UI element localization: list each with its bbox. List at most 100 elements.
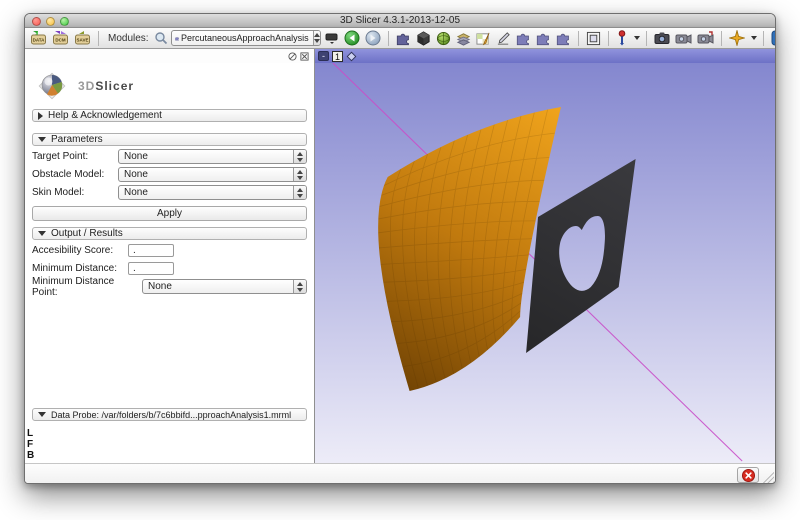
fiducial-place-button[interactable] <box>615 29 629 47</box>
scene-view-capture-button[interactable] <box>674 29 693 47</box>
window-title: 3D Slicer 4.3.1-2013-12-05 <box>340 15 460 26</box>
brand-slicer: Slicer <box>95 79 134 93</box>
data-probe-orientation: L F B <box>27 428 34 461</box>
module-shortcut-2-button[interactable] <box>515 29 532 47</box>
panel-undock-icon[interactable] <box>288 52 297 61</box>
target-point-row: Target Point: None <box>32 149 307 164</box>
load-data-button[interactable]: DATA <box>29 29 48 47</box>
expanded-arrow-icon <box>38 412 46 417</box>
editor-grid-icon <box>476 31 491 46</box>
threed-view-controller-bar: - 1 <box>315 49 775 63</box>
parameters-section-label: Parameters <box>51 134 103 145</box>
orientation-b: B <box>27 450 34 461</box>
module-shortcut-4-button[interactable] <box>555 29 572 47</box>
import-dicom-button[interactable]: DCM <box>51 29 70 47</box>
accessibility-score-label: Accesibility Score: <box>32 245 128 256</box>
error-log-button[interactable] <box>737 467 759 483</box>
module-selector-value: PercutaneousApproachAnalysis <box>179 33 313 43</box>
toolbar-separator <box>578 31 579 46</box>
close-window-button[interactable] <box>32 17 41 26</box>
stepper[interactable] <box>293 186 306 199</box>
save-button[interactable]: SAVE <box>73 29 92 47</box>
module-selector-stepper[interactable] <box>313 31 320 45</box>
module-history-back-button[interactable] <box>343 29 361 47</box>
module-selector-combobox[interactable]: PercutaneousApproachAnalysis <box>171 30 321 46</box>
statusbar <box>25 463 775 484</box>
toolbar-separator <box>763 31 764 46</box>
panel-close-icon[interactable] <box>300 52 309 61</box>
brand-3d: 3D <box>78 79 95 93</box>
scene-view-camera-icon <box>675 31 692 45</box>
module-search-icon[interactable] <box>154 31 168 45</box>
puzzle-icon <box>556 31 571 46</box>
extension-manager-icon <box>771 30 776 46</box>
modules-menu-button[interactable] <box>324 29 340 47</box>
orientation-f: F <box>27 439 34 450</box>
threed-view: - 1 <box>315 49 775 463</box>
models-button[interactable] <box>435 29 452 47</box>
svg-text:DCM: DCM <box>55 38 65 43</box>
svg-text:SAVE: SAVE <box>77 38 89 43</box>
stepper[interactable] <box>293 168 306 181</box>
help-section-header[interactable]: Help & Acknowledgement <box>32 109 307 122</box>
threed-scene <box>315 63 775 463</box>
module-shortcut-puzzle-button[interactable] <box>395 29 412 47</box>
load-data-icon: DATA <box>30 30 47 46</box>
module-panel-header <box>25 49 314 63</box>
editor-button[interactable] <box>475 29 492 47</box>
output-section-header[interactable]: Output / Results <box>32 227 307 240</box>
layout-select-button[interactable] <box>585 29 602 47</box>
fiducial-dropdown-icon[interactable] <box>634 36 640 40</box>
crosshair-dropdown-icon[interactable] <box>751 36 757 40</box>
target-point-label: Target Point: <box>32 151 118 162</box>
sphere-icon <box>436 31 451 46</box>
crosshair-star-icon <box>729 30 745 46</box>
minimum-distance-point-combobox[interactable]: None <box>142 279 307 294</box>
scene-view-restore-icon <box>697 31 714 45</box>
obstacle-model-value: None <box>122 169 293 180</box>
target-point-value: None <box>122 151 293 162</box>
back-arrow-icon <box>344 30 360 46</box>
target-point-combobox[interactable]: None <box>118 149 307 164</box>
app-window: 3D Slicer 4.3.1-2013-12-05 DATA DCM SAVE <box>24 13 776 484</box>
screenshot-button[interactable] <box>653 29 671 47</box>
stepper[interactable] <box>293 280 306 293</box>
expanded-arrow-icon <box>38 231 46 236</box>
minimum-distance-input[interactable] <box>128 262 174 275</box>
puzzle-icon <box>536 31 551 46</box>
accessibility-score-input[interactable] <box>128 244 174 257</box>
skin-model-combobox[interactable]: None <box>118 185 307 200</box>
obstacle-model-row: Obstacle Model: None <box>32 167 307 182</box>
view-minimize-button[interactable]: - <box>318 51 329 61</box>
fiducial-pin-icon <box>616 30 628 46</box>
sample-data-button[interactable] <box>415 29 432 47</box>
threed-canvas[interactable] <box>315 63 775 463</box>
puzzle-icon <box>396 31 411 46</box>
annotations-button[interactable] <box>495 29 512 47</box>
skin-model-row: Skin Model: None <box>32 185 307 200</box>
resize-grip[interactable] <box>762 472 774 484</box>
module-history-forward-button[interactable] <box>364 29 382 47</box>
minimum-distance-row: Minimum Distance: <box>32 261 307 276</box>
scene-view-restore-button[interactable] <box>696 29 715 47</box>
module-shortcut-3-button[interactable] <box>535 29 552 47</box>
modules-menu-icon <box>325 32 339 44</box>
skin-model-value: None <box>122 187 293 198</box>
extension-manager-button[interactable] <box>770 29 776 47</box>
stepper[interactable] <box>293 150 306 163</box>
data-probe-section-header[interactable]: Data Probe: /var/folders/b/7c6bbifd...pp… <box>32 408 307 421</box>
apply-button[interactable]: Apply <box>32 206 307 221</box>
volumes-button[interactable] <box>455 29 472 47</box>
parameters-section-header[interactable]: Parameters <box>32 133 307 146</box>
minimize-window-button[interactable] <box>46 17 55 26</box>
crosshair-button[interactable] <box>728 29 746 47</box>
window-controls <box>32 17 69 26</box>
zoom-window-button[interactable] <box>60 17 69 26</box>
minimum-distance-label: Minimum Distance: <box>32 263 128 274</box>
obstacle-model-combobox[interactable]: None <box>118 167 307 182</box>
minimum-distance-point-value: None <box>146 281 293 292</box>
toolbar-separator <box>646 31 647 46</box>
puzzle-icon <box>516 31 531 46</box>
toolbar-separator <box>98 31 99 46</box>
view-pin-icon[interactable] <box>347 51 357 61</box>
